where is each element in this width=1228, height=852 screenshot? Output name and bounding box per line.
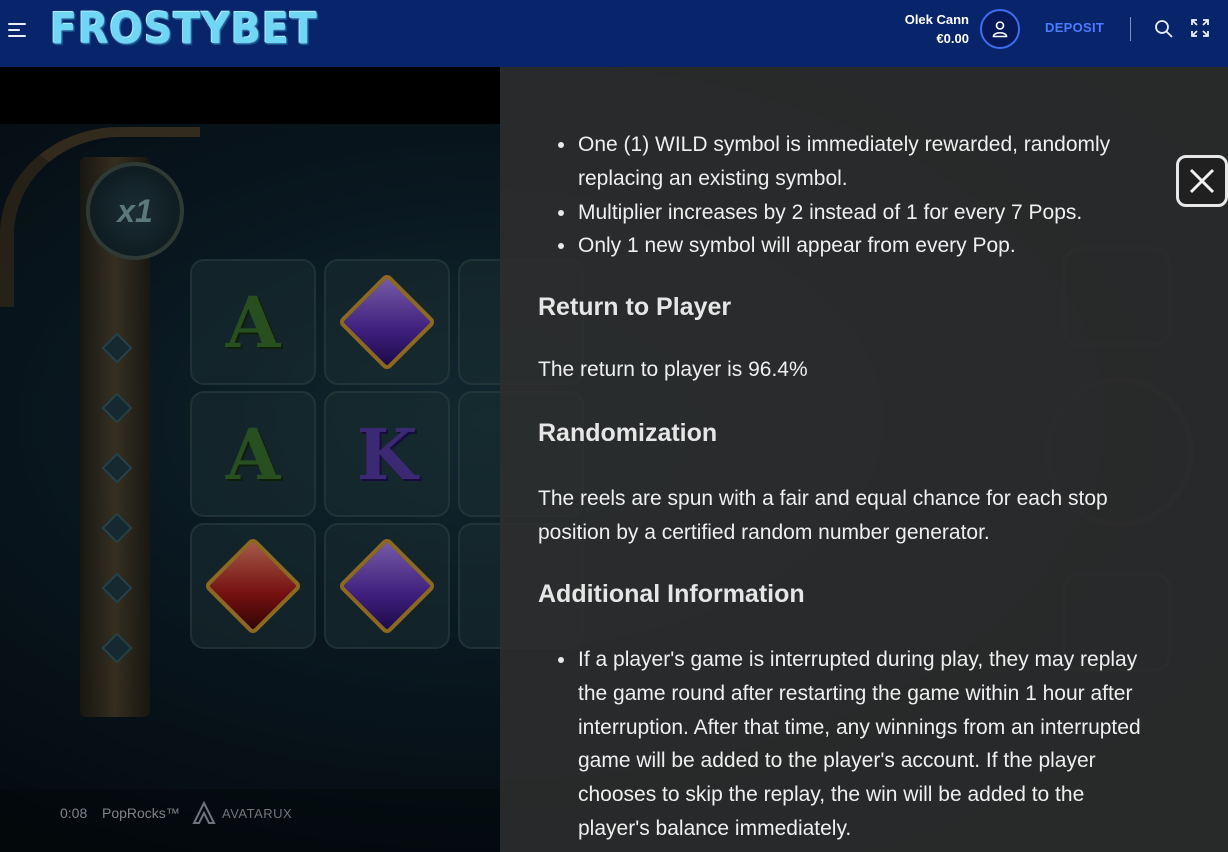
provider-name: AVATARUX: [222, 805, 293, 821]
header-divider: [1130, 17, 1131, 41]
feature-bullet-list: One (1) WILD symbol is immediately rewar…: [500, 128, 1140, 263]
top-navigation-bar: FROSTYBET Olek Cann €0.00 DEPOSIT: [0, 0, 1228, 67]
list-item: If a player's game is interrupted during…: [500, 643, 1150, 846]
list-item: One (1) WILD symbol is immediately rewar…: [500, 128, 1140, 196]
randomization-text: The reels are spun with a fair and equal…: [538, 487, 1108, 544]
user-icon: [992, 21, 1008, 38]
game-info-panel[interactable]: One (1) WILD symbol is immediately rewar…: [500, 67, 1228, 852]
close-icon: [1189, 168, 1215, 194]
fullscreen-icon[interactable]: [1191, 19, 1211, 39]
additional-info-heading: Additional Information: [538, 580, 805, 608]
avatarux-icon: [192, 801, 216, 824]
balance-amount: €0.00: [936, 31, 969, 46]
close-info-button[interactable]: [1176, 155, 1228, 207]
rtp-text: The return to player is 96.4%: [538, 358, 808, 381]
user-profile-button[interactable]: [980, 9, 1020, 49]
provider-logo: AVATARUX: [192, 801, 292, 825]
rtp-heading: Return to Player: [538, 293, 732, 321]
list-item: Multiplier increases by 2 instead of 1 f…: [500, 196, 1140, 230]
game-title: PopRocks™: [102, 805, 180, 821]
game-clock: 0:08: [60, 805, 88, 821]
menu-icon[interactable]: [8, 22, 28, 38]
list-item: Only 1 new symbol will appear from every…: [500, 229, 1140, 263]
additional-info-list: If a player's game is interrupted during…: [500, 643, 1150, 846]
deposit-button[interactable]: DEPOSIT: [1045, 20, 1104, 35]
randomization-heading: Randomization: [538, 419, 718, 447]
frostybet-logo[interactable]: FROSTYBET: [50, 4, 318, 54]
search-icon[interactable]: [1154, 19, 1176, 41]
user-name: Olek Cann: [904, 12, 969, 27]
user-account-info: Olek Cann €0.00: [905, 10, 969, 48]
